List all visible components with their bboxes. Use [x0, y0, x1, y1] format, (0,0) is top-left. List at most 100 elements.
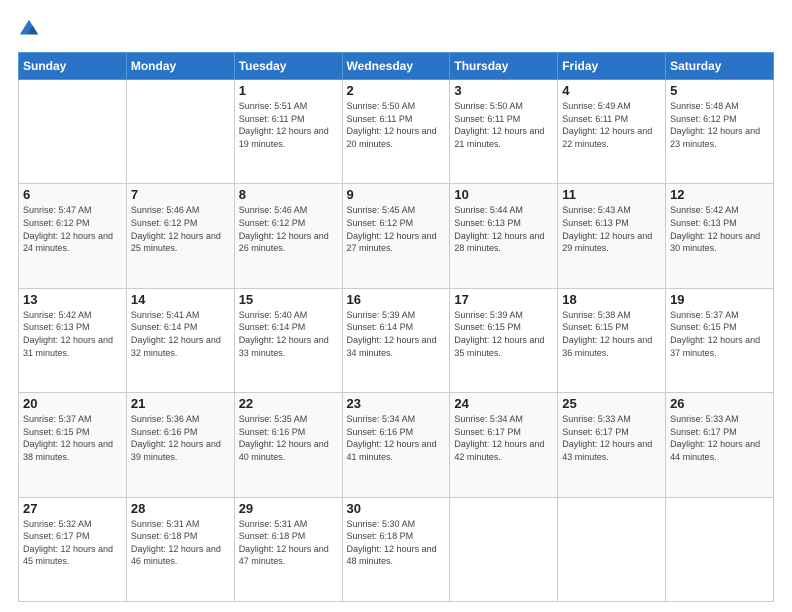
- day-info: Sunrise: 5:34 AMSunset: 6:16 PMDaylight:…: [347, 413, 446, 463]
- calendar-cell: [558, 497, 666, 601]
- day-info: Sunrise: 5:45 AMSunset: 6:12 PMDaylight:…: [347, 204, 446, 254]
- day-info: Sunrise: 5:37 AMSunset: 6:15 PMDaylight:…: [670, 309, 769, 359]
- day-number: 13: [23, 292, 122, 307]
- calendar-cell: 30 Sunrise: 5:30 AMSunset: 6:18 PMDayligh…: [342, 497, 450, 601]
- calendar-cell: 16Sunrise: 5:39 AMSunset: 6:14 PMDayligh…: [342, 288, 450, 392]
- calendar-cell: 7 Sunrise: 5:46 AMSunset: 6:12 PMDaylight…: [126, 184, 234, 288]
- weekday-header-saturday: Saturday: [666, 53, 774, 80]
- day-number: 23: [347, 396, 446, 411]
- calendar-cell: 4 Sunrise: 5:49 AMSunset: 6:11 PMDaylight…: [558, 80, 666, 184]
- calendar-week-row: 13 Sunrise: 5:42 AMSunset: 6:13 PMDayligh…: [19, 288, 774, 392]
- day-number: 7: [131, 187, 230, 202]
- day-number: 17: [454, 292, 553, 307]
- day-info: Sunrise: 5:41 AMSunset: 6:14 PMDaylight:…: [131, 309, 230, 359]
- calendar-cell: 12 Sunrise: 5:42 AMSunset: 6:13 PMDayligh…: [666, 184, 774, 288]
- day-number: 25: [562, 396, 661, 411]
- weekday-header-wednesday: Wednesday: [342, 53, 450, 80]
- day-info: Sunrise: 5:36 AMSunset: 6:16 PMDaylight:…: [131, 413, 230, 463]
- day-info: Sunrise: 5:33 AMSunset: 6:17 PMDaylight:…: [670, 413, 769, 463]
- calendar-cell: 17 Sunrise: 5:39 AMSunset: 6:15 PMDayligh…: [450, 288, 558, 392]
- calendar-cell: 11 Sunrise: 5:43 AMSunset: 6:13 PMDayligh…: [558, 184, 666, 288]
- day-number: 10: [454, 187, 553, 202]
- calendar-cell: 29Sunrise: 5:31 AMSunset: 6:18 PMDayligh…: [234, 497, 342, 601]
- calendar-week-row: 20 Sunrise: 5:37 AMSunset: 6:15 PMDayligh…: [19, 393, 774, 497]
- day-number: 21: [131, 396, 230, 411]
- day-number: 15: [239, 292, 338, 307]
- day-number: 27: [23, 501, 122, 516]
- weekday-header-sunday: Sunday: [19, 53, 127, 80]
- day-info: Sunrise: 5:32 AMSunset: 6:17 PMDaylight:…: [23, 518, 122, 568]
- calendar-cell: 10 Sunrise: 5:44 AMSunset: 6:13 PMDayligh…: [450, 184, 558, 288]
- calendar-week-row: 27 Sunrise: 5:32 AMSunset: 6:17 PMDayligh…: [19, 497, 774, 601]
- calendar-week-row: 6 Sunrise: 5:47 AMSunset: 6:12 PMDaylight…: [19, 184, 774, 288]
- day-number: 1: [239, 83, 338, 98]
- day-number: 26: [670, 396, 769, 411]
- day-number: 30: [347, 501, 446, 516]
- day-info: Sunrise: 5:35 AMSunset: 6:16 PMDaylight:…: [239, 413, 338, 463]
- day-info: Sunrise: 5:39 AMSunset: 6:14 PMDaylight:…: [347, 309, 446, 359]
- day-info: Sunrise: 5:33 AMSunset: 6:17 PMDaylight:…: [562, 413, 661, 463]
- day-info: Sunrise: 5:30 AMSunset: 6:18 PMDaylight:…: [347, 518, 446, 568]
- calendar-cell: 28 Sunrise: 5:31 AMSunset: 6:18 PMDayligh…: [126, 497, 234, 601]
- day-info: Sunrise: 5:44 AMSunset: 6:13 PMDaylight:…: [454, 204, 553, 254]
- weekday-header-thursday: Thursday: [450, 53, 558, 80]
- calendar-cell: 19Sunrise: 5:37 AMSunset: 6:15 PMDayligh…: [666, 288, 774, 392]
- day-info: Sunrise: 5:34 AMSunset: 6:17 PMDaylight:…: [454, 413, 553, 463]
- calendar-cell: 20 Sunrise: 5:37 AMSunset: 6:15 PMDayligh…: [19, 393, 127, 497]
- day-info: Sunrise: 5:39 AMSunset: 6:15 PMDaylight:…: [454, 309, 553, 359]
- weekday-header-tuesday: Tuesday: [234, 53, 342, 80]
- day-info: Sunrise: 5:50 AMSunset: 6:11 PMDaylight:…: [347, 100, 446, 150]
- day-info: Sunrise: 5:50 AMSunset: 6:11 PMDaylight:…: [454, 100, 553, 150]
- calendar-cell: [19, 80, 127, 184]
- day-info: Sunrise: 5:46 AMSunset: 6:12 PMDaylight:…: [131, 204, 230, 254]
- day-number: 20: [23, 396, 122, 411]
- calendar-cell: 18Sunrise: 5:38 AMSunset: 6:15 PMDayligh…: [558, 288, 666, 392]
- day-info: Sunrise: 5:43 AMSunset: 6:13 PMDaylight:…: [562, 204, 661, 254]
- weekday-header-friday: Friday: [558, 53, 666, 80]
- calendar-cell: 8Sunrise: 5:46 AMSunset: 6:12 PMDaylight…: [234, 184, 342, 288]
- day-info: Sunrise: 5:49 AMSunset: 6:11 PMDaylight:…: [562, 100, 661, 150]
- calendar-cell: 9 Sunrise: 5:45 AMSunset: 6:12 PMDaylight…: [342, 184, 450, 288]
- calendar-cell: 27 Sunrise: 5:32 AMSunset: 6:17 PMDayligh…: [19, 497, 127, 601]
- day-number: 4: [562, 83, 661, 98]
- calendar-cell: [450, 497, 558, 601]
- day-info: Sunrise: 5:46 AMSunset: 6:12 PMDaylight:…: [239, 204, 338, 254]
- day-info: Sunrise: 5:48 AMSunset: 6:12 PMDaylight:…: [670, 100, 769, 150]
- day-number: 22: [239, 396, 338, 411]
- calendar-cell: 24 Sunrise: 5:34 AMSunset: 6:17 PMDayligh…: [450, 393, 558, 497]
- day-info: Sunrise: 5:37 AMSunset: 6:15 PMDaylight:…: [23, 413, 122, 463]
- calendar-table: SundayMondayTuesdayWednesdayThursdayFrid…: [18, 52, 774, 602]
- day-info: Sunrise: 5:51 AMSunset: 6:11 PMDaylight:…: [239, 100, 338, 150]
- day-number: 11: [562, 187, 661, 202]
- day-number: 12: [670, 187, 769, 202]
- day-number: 28: [131, 501, 230, 516]
- calendar-cell: 21 Sunrise: 5:36 AMSunset: 6:16 PMDayligh…: [126, 393, 234, 497]
- page: SundayMondayTuesdayWednesdayThursdayFrid…: [0, 0, 792, 612]
- header: [18, 18, 774, 42]
- calendar-cell: 25 Sunrise: 5:33 AMSunset: 6:17 PMDayligh…: [558, 393, 666, 497]
- day-info: Sunrise: 5:42 AMSunset: 6:13 PMDaylight:…: [670, 204, 769, 254]
- day-number: 6: [23, 187, 122, 202]
- day-number: 3: [454, 83, 553, 98]
- day-number: 18: [562, 292, 661, 307]
- calendar-cell: 23 Sunrise: 5:34 AMSunset: 6:16 PMDayligh…: [342, 393, 450, 497]
- day-number: 14: [131, 292, 230, 307]
- calendar-cell: 13 Sunrise: 5:42 AMSunset: 6:13 PMDayligh…: [19, 288, 127, 392]
- calendar-cell: 1 Sunrise: 5:51 AMSunset: 6:11 PMDaylight…: [234, 80, 342, 184]
- day-number: 29: [239, 501, 338, 516]
- logo-icon: [18, 18, 40, 40]
- calendar-cell: 5 Sunrise: 5:48 AMSunset: 6:12 PMDaylight…: [666, 80, 774, 184]
- calendar-header-row: SundayMondayTuesdayWednesdayThursdayFrid…: [19, 53, 774, 80]
- calendar-cell: 2Sunrise: 5:50 AMSunset: 6:11 PMDaylight…: [342, 80, 450, 184]
- calendar-cell: [666, 497, 774, 601]
- day-info: Sunrise: 5:47 AMSunset: 6:12 PMDaylight:…: [23, 204, 122, 254]
- day-info: Sunrise: 5:42 AMSunset: 6:13 PMDaylight:…: [23, 309, 122, 359]
- calendar-cell: [126, 80, 234, 184]
- day-info: Sunrise: 5:31 AMSunset: 6:18 PMDaylight:…: [131, 518, 230, 568]
- calendar-cell: 3 Sunrise: 5:50 AMSunset: 6:11 PMDaylight…: [450, 80, 558, 184]
- weekday-header-monday: Monday: [126, 53, 234, 80]
- day-number: 5: [670, 83, 769, 98]
- calendar-cell: 14 Sunrise: 5:41 AMSunset: 6:14 PMDayligh…: [126, 288, 234, 392]
- day-number: 9: [347, 187, 446, 202]
- day-number: 24: [454, 396, 553, 411]
